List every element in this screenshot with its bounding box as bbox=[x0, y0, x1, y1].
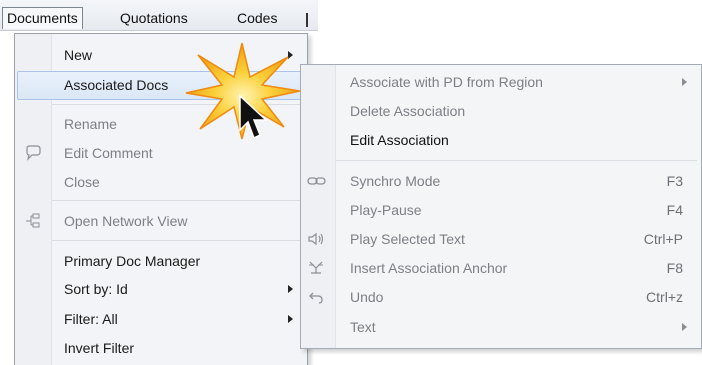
submenu-arrow-icon bbox=[288, 315, 293, 323]
menu-next-cut-icon bbox=[306, 13, 308, 27]
menu-item-label: Insert Association Anchor bbox=[350, 260, 508, 276]
comment-bubble-icon bbox=[24, 145, 42, 161]
menu-item-label: Delete Association bbox=[350, 103, 466, 119]
menu-separator bbox=[336, 160, 697, 161]
menu-item-label: Sort by: Id bbox=[64, 281, 128, 297]
menu-item-label: Rename bbox=[64, 116, 117, 132]
menu-item-filter[interactable]: Filter: All bbox=[15, 305, 307, 333]
menu-documents[interactable]: Documents bbox=[2, 7, 83, 29]
menu-item-sort-by[interactable]: Sort by: Id bbox=[15, 275, 307, 303]
menu-item-label: Associate with PD from Region bbox=[350, 74, 543, 90]
chain-link-icon bbox=[307, 173, 326, 189]
menu-item-label: Edit Comment bbox=[64, 145, 153, 161]
menu-item-primary-doc-manager[interactable]: Primary Doc Manager bbox=[15, 247, 307, 275]
associated-docs-submenu: Associate with PD from Region Delete Ass… bbox=[300, 64, 702, 349]
menu-codes[interactable]: Codes bbox=[237, 8, 277, 29]
menu-item-label: Open Network View bbox=[64, 213, 188, 229]
submenu-arrow-icon bbox=[682, 78, 687, 86]
menu-item-label: Invert Filter bbox=[64, 340, 135, 356]
submenu-item-associate-with-pd[interactable]: Associate with PD from Region bbox=[301, 68, 701, 96]
menu-item-label: Play-Pause bbox=[350, 202, 422, 218]
network-icon bbox=[24, 213, 42, 229]
submenu-item-text[interactable]: Text bbox=[301, 313, 701, 341]
menu-item-label: Primary Doc Manager bbox=[64, 253, 201, 269]
submenu-item-synchro-mode[interactable]: Synchro Mode F3 bbox=[301, 167, 701, 195]
menu-item-label: Close bbox=[64, 174, 100, 190]
menu-item-open-network-view[interactable]: Open Network View bbox=[15, 207, 307, 235]
menu-item-label: Undo bbox=[350, 289, 384, 305]
menu-item-label: Filter: All bbox=[64, 311, 118, 327]
menu-separator bbox=[52, 240, 303, 241]
mouse-pointer-icon bbox=[239, 94, 268, 140]
submenu-item-edit-association[interactable]: Edit Association bbox=[301, 126, 701, 154]
menu-item-edit-comment[interactable]: Edit Comment bbox=[15, 139, 307, 167]
menu-item-label: Edit Association bbox=[350, 132, 449, 148]
shortcut-label: F8 bbox=[666, 260, 683, 276]
submenu-item-delete-association[interactable]: Delete Association bbox=[301, 97, 701, 125]
menu-item-invert-filter[interactable]: Invert Filter bbox=[15, 334, 307, 362]
submenu-arrow-icon bbox=[682, 323, 687, 331]
menu-item-label: Play Selected Text bbox=[350, 231, 465, 247]
undo-icon bbox=[307, 289, 325, 305]
shortcut-label: F3 bbox=[666, 173, 683, 189]
anchor-icon bbox=[307, 260, 325, 276]
submenu-item-play-pause[interactable]: Play-Pause F4 bbox=[301, 196, 701, 224]
menu-item-label: Text bbox=[350, 319, 376, 335]
menu-bar: Documents Quotations Codes bbox=[0, 0, 318, 31]
submenu-item-undo[interactable]: Undo Ctrl+z bbox=[301, 283, 701, 311]
menu-item-label: Synchro Mode bbox=[350, 173, 441, 189]
shortcut-label: Ctrl+P bbox=[643, 231, 683, 247]
speaker-icon bbox=[307, 231, 325, 247]
submenu-item-play-selected-text[interactable]: Play Selected Text Ctrl+P bbox=[301, 225, 701, 253]
submenu-arrow-icon bbox=[288, 285, 293, 293]
submenu-item-insert-association-anchor[interactable]: Insert Association Anchor F8 bbox=[301, 254, 701, 282]
shortcut-label: Ctrl+z bbox=[646, 289, 683, 305]
menu-quotations[interactable]: Quotations bbox=[120, 8, 188, 29]
menu-item-label: Associated Docs bbox=[64, 77, 169, 93]
menu-separator bbox=[52, 200, 303, 201]
menu-item-label: New bbox=[64, 47, 93, 63]
shortcut-label: F4 bbox=[666, 202, 683, 218]
menu-item-close[interactable]: Close bbox=[15, 168, 307, 196]
